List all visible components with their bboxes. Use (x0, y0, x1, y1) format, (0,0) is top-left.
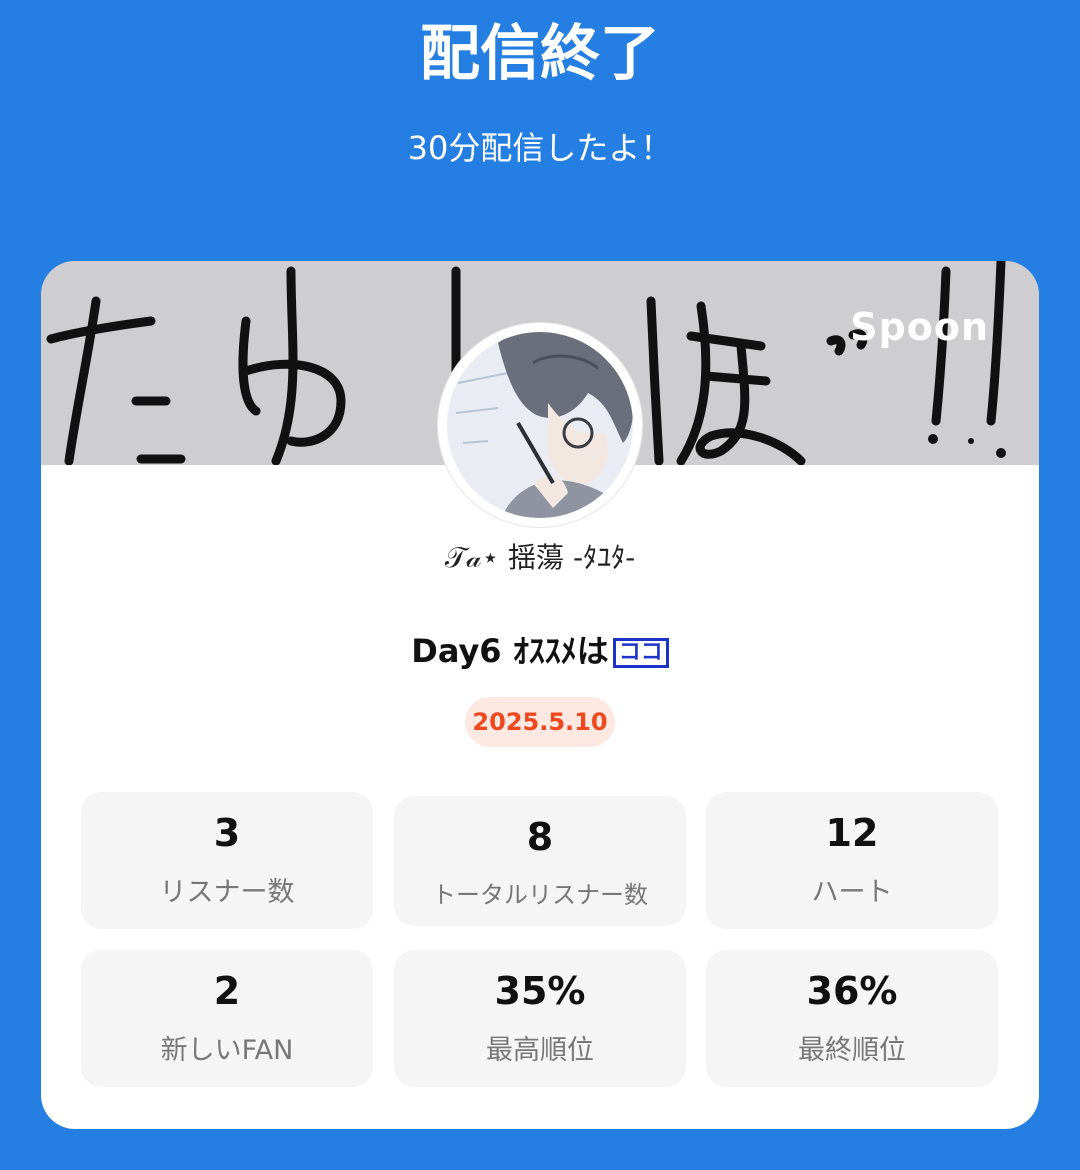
page-title: 配信終了 (420, 19, 660, 89)
stat-hearts: 12 ハート (706, 792, 998, 929)
host-avatar[interactable] (438, 323, 642, 527)
live-title: Day6 ｵｽｽﾒは ココ (41, 631, 1039, 671)
stat-label: リスナー数 (159, 877, 295, 908)
host-name[interactable]: 𝒯𝒶⋆ 揺蕩 -ﾀﾕﾀ- (41, 539, 1039, 577)
stat-label: 最高順位 (486, 1035, 594, 1066)
stat-value: 2 (213, 969, 241, 1013)
live-ended-screen: 配信終了 30分配信したよ！ Spoon 𝒯𝒶⋆ 揺蕩 -ﾀﾕﾀ- Day6 ｵ… (0, 0, 1080, 1170)
stat-value: 35% (494, 969, 586, 1013)
live-summary-card: Spoon 𝒯𝒶⋆ 揺蕩 -ﾀﾕﾀ- Day6 ｵｽｽﾒは ココ 2025.5.… (41, 261, 1039, 1129)
stat-value: 3 (213, 811, 241, 855)
stat-label: 最終順位 (798, 1035, 906, 1066)
stat-final-rank: 36% 最終順位 (706, 950, 998, 1087)
stat-new-fans: 2 新しいFAN (81, 950, 373, 1087)
date-badge: 2025.5.10 (465, 697, 615, 747)
stat-label: 新しいFAN (160, 1035, 294, 1066)
page-subtitle: 30分配信したよ！ (407, 129, 673, 167)
stat-highest-rank: 35% 最高順位 (394, 950, 686, 1087)
stat-value: 12 (825, 811, 879, 855)
stat-label: ハート (811, 877, 893, 908)
stat-label: トータルリスナー数 (432, 881, 648, 909)
avatar-illustration (440, 325, 640, 525)
stat-listeners: 3 リスナー数 (81, 792, 373, 929)
stat-value: 36% (806, 969, 898, 1013)
live-title-tag: ココ (612, 638, 669, 668)
stat-total-listeners: 8 トータルリスナー数 (394, 796, 686, 926)
stat-value: 8 (526, 815, 554, 859)
live-title-text: Day6 ｵｽｽﾒは (411, 632, 609, 670)
spoon-logo: Spoon (850, 305, 989, 349)
